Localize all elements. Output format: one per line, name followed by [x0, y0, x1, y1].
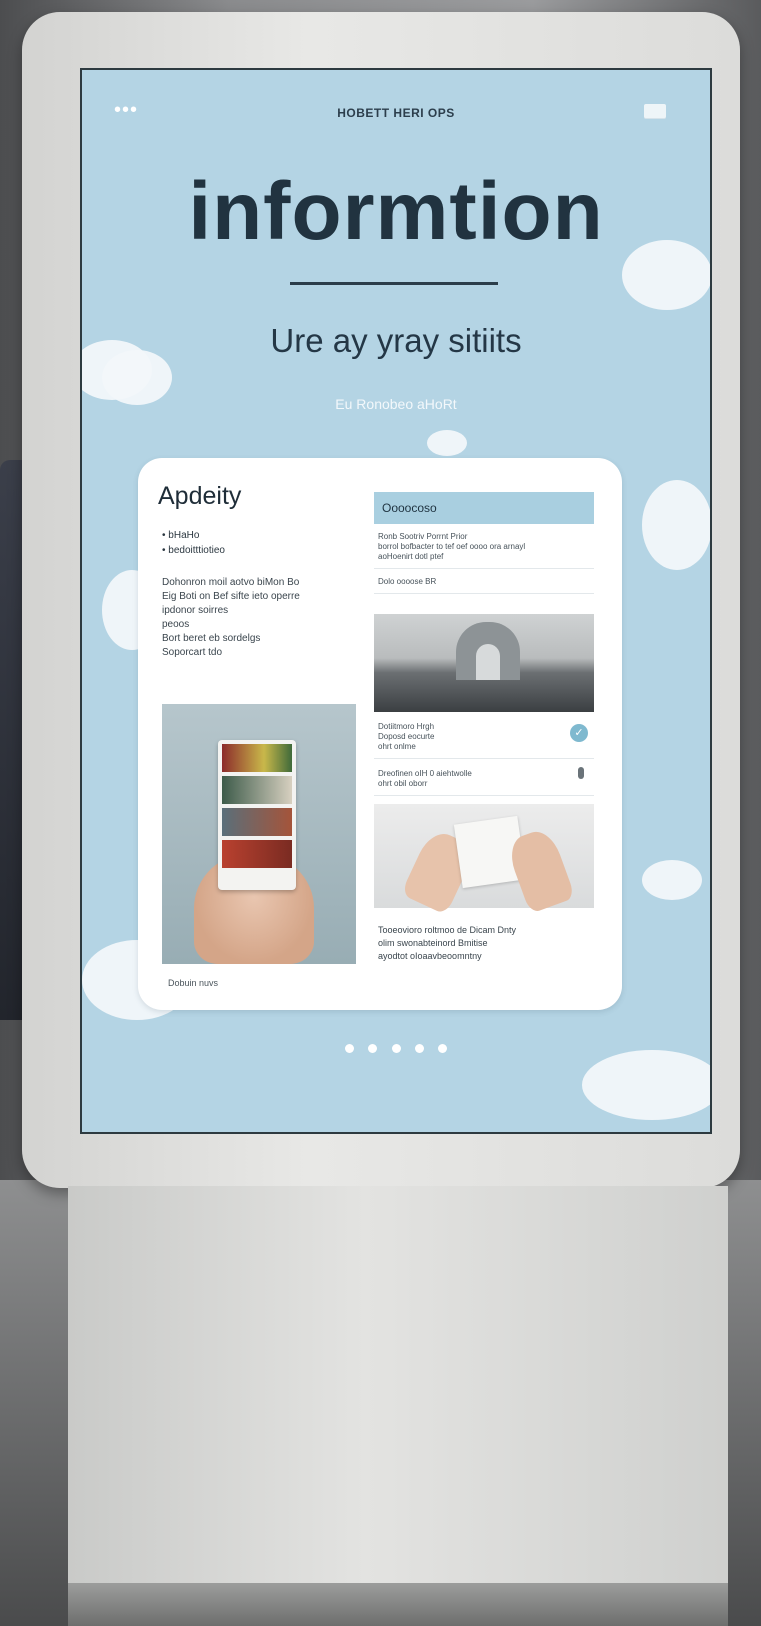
info-badge-icon[interactable]: ✓: [570, 724, 588, 742]
phone-tile: [222, 808, 292, 836]
tagline: Eu Ronobeo aHoRt: [335, 396, 457, 412]
text-line: ayodtot oIoaavbeoomntny: [378, 951, 482, 961]
screen-icon[interactable]: [644, 104, 666, 118]
bullet-list: bHaHo bedoitttiotieo: [162, 530, 225, 560]
text-block: Dolo oooose BR: [374, 569, 594, 594]
text-block: Ronb Sootriv Porrnt Prior borrol bofbact…: [374, 524, 594, 569]
panel-header: Oooocoso: [374, 492, 594, 524]
text-line: ohrt obil oborr: [378, 779, 428, 788]
passerby-figure: [0, 460, 22, 1020]
text-line: Dreofinen oIH 0 aiehtwolle: [378, 769, 472, 778]
right-panel: Oooocoso Ronb Sootriv Porrnt Prior borro…: [374, 492, 594, 963]
phone-tile: [222, 744, 292, 772]
kiosk-base: [68, 1583, 728, 1626]
cloud: [642, 480, 710, 570]
divider: [290, 282, 498, 285]
paragraph-line: peoos: [162, 619, 190, 630]
hands-card-photo[interactable]: [374, 804, 594, 916]
phone-shape: [218, 740, 296, 890]
page-title: informtion: [188, 166, 604, 257]
phone-tile: [222, 840, 292, 868]
arch-shape: [456, 622, 520, 680]
list-item[interactable]: Dreofinen oIH 0 aiehtwolle ohrt obil obo…: [374, 759, 594, 796]
list-item[interactable]: Dotiitmoro Hrgh Doposd eocurte ohrt onlm…: [374, 712, 594, 759]
bullet-item: bedoitttiotieo: [162, 545, 225, 560]
paragraph-line: Soporcart tdo: [162, 647, 223, 658]
text-line: Dolo oooose BR: [378, 577, 437, 586]
paragraph-line: ipdonor soirres: [162, 605, 229, 616]
bottom-text: Tooeovioro roltmoo de Dicam Dnty olim sw…: [374, 924, 594, 963]
photo-caption: Dobuin nuvs: [168, 978, 219, 988]
text-line: Doposd eocurte: [378, 732, 435, 741]
subheadline: Ure ay yray sitiits: [270, 322, 522, 359]
text-line: Ronb Sootriv Porrnt Prior: [378, 532, 468, 541]
phone-tile: [222, 776, 292, 804]
bullet-item: bHaHo: [162, 530, 225, 545]
card-paragraph: Dohonron moil aotvo biMon Bo Eig Boti on…: [162, 576, 332, 660]
top-bar: ••• HOBETT HERI OPS: [82, 100, 710, 126]
mic-icon[interactable]: [578, 767, 584, 779]
paragraph-line: Dohonron moil aotvo biMon Bo: [162, 577, 300, 588]
cloud: [642, 860, 702, 900]
text-line: olim swonabteinord Bmitise: [378, 938, 488, 948]
card-title: Apdeity: [158, 482, 242, 510]
kiosk-pedestal: [68, 1186, 728, 1586]
pager-dot[interactable]: [368, 1044, 378, 1053]
pager-dot[interactable]: [438, 1044, 448, 1053]
content-card: Apdeity bHaHo bedoitttiotieo Dohonron mo…: [138, 458, 622, 1010]
text-line: Tooeovioro roltmoo de Dicam Dnty: [378, 925, 517, 935]
paragraph-line: Eig Boti on Bef sifte ieto operre: [162, 591, 300, 602]
top-title: HOBETT HERI OPS: [337, 106, 455, 120]
pager-dot[interactable]: [414, 1044, 424, 1053]
text-line: Dotiitmoro Hrgh: [378, 722, 435, 731]
pager-dot[interactable]: [344, 1044, 354, 1053]
text-line: aoHoenirt dotl ptef: [378, 552, 444, 561]
pager-dot[interactable]: [391, 1044, 401, 1053]
pager-dots[interactable]: [82, 1040, 710, 1058]
phone-photo[interactable]: [162, 704, 356, 964]
monument-photo[interactable]: [374, 614, 594, 712]
cloud: [582, 1050, 710, 1120]
text-line: borrol bofbacter to tef oef oooo ora arn…: [378, 542, 526, 551]
cloud: [427, 430, 467, 456]
paragraph-line: Bort beret eb sordelgs: [162, 633, 261, 644]
text-line: ohrt onlme: [378, 742, 416, 751]
kiosk-screen[interactable]: ••• HOBETT HERI OPS informtion Ure ay yr…: [80, 68, 712, 1134]
